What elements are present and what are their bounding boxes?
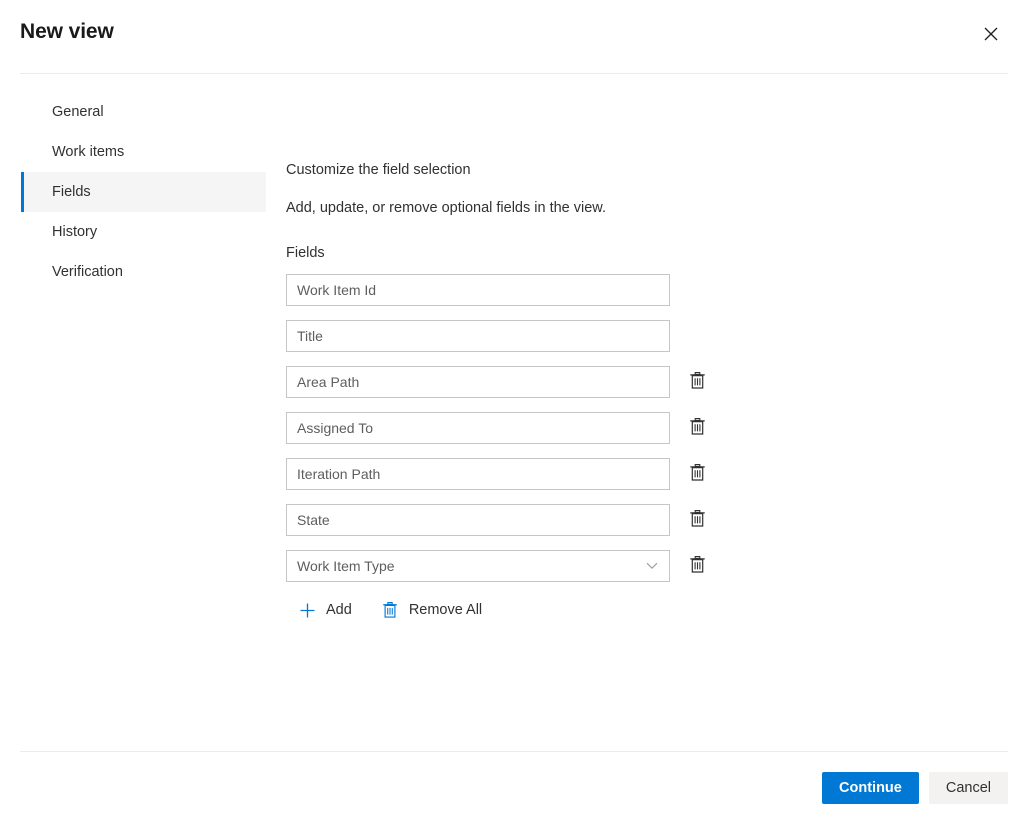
- field-row: [286, 504, 1028, 536]
- sidebar-item-verification[interactable]: Verification: [21, 252, 266, 292]
- remove-all-fields-label: Remove All: [409, 602, 482, 618]
- new-view-dialog: New view General Work items Fields Histo: [0, 0, 1028, 821]
- field-row: [286, 320, 1028, 352]
- field-row: [286, 366, 1028, 398]
- dialog-body: General Work items Fields History Verifi…: [0, 73, 1028, 751]
- field-input-wrapper: [286, 550, 670, 582]
- trash-icon: [689, 463, 706, 485]
- add-field-label: Add: [326, 602, 352, 618]
- field-input-area-path[interactable]: [286, 366, 670, 398]
- fields-list: [286, 274, 1028, 582]
- delete-placeholder: [681, 320, 713, 352]
- fields-panel: Customize the field selection Add, updat…: [266, 73, 1028, 624]
- sidebar-item-work-items[interactable]: Work items: [21, 132, 266, 172]
- delete-field-button-work-item-type[interactable]: [681, 550, 713, 582]
- sidebar-item-history[interactable]: History: [21, 212, 266, 252]
- field-actions: Add Remove All: [286, 596, 1028, 624]
- field-input-wrapper: [286, 458, 670, 490]
- field-input-state[interactable]: [286, 504, 670, 536]
- sidebar-item-label: Fields: [52, 182, 91, 202]
- delete-field-button-area-path[interactable]: [681, 366, 713, 398]
- close-button[interactable]: [974, 17, 1008, 51]
- field-input-title[interactable]: [286, 320, 670, 352]
- delete-field-button-state[interactable]: [681, 504, 713, 536]
- sidebar-nav: General Work items Fields History Verifi…: [0, 73, 266, 292]
- sidebar-item-general[interactable]: General: [21, 92, 266, 132]
- delete-placeholder: [681, 274, 713, 306]
- trash-icon: [689, 509, 706, 531]
- field-input-iteration-path[interactable]: [286, 458, 670, 490]
- cancel-button[interactable]: Cancel: [929, 772, 1008, 804]
- field-row: [286, 412, 1028, 444]
- field-input-wrapper: [286, 320, 670, 352]
- trash-icon: [689, 371, 706, 393]
- field-row: [286, 274, 1028, 306]
- field-input-work-item-id[interactable]: [286, 274, 670, 306]
- field-input-wrapper: [286, 274, 670, 306]
- dialog-footer: Continue Cancel: [0, 751, 1028, 821]
- fields-list-label: Fields: [286, 243, 1028, 263]
- delete-field-button-iteration-path[interactable]: [681, 458, 713, 490]
- sidebar-item-label: History: [52, 222, 97, 242]
- footer-divider: [20, 751, 1008, 752]
- field-row: [286, 458, 1028, 490]
- close-icon: [984, 27, 998, 41]
- remove-all-fields-button[interactable]: Remove All: [374, 596, 488, 624]
- add-field-button[interactable]: Add: [291, 596, 358, 624]
- field-input-wrapper: [286, 366, 670, 398]
- continue-button[interactable]: Continue: [822, 772, 919, 804]
- field-input-work-item-type[interactable]: [286, 550, 670, 582]
- footer-buttons: Continue Cancel: [822, 772, 1008, 804]
- sidebar-item-label: Verification: [52, 262, 123, 282]
- panel-description: Add, update, or remove optional fields i…: [286, 198, 1028, 218]
- trash-icon: [689, 417, 706, 439]
- page-title: New view: [20, 18, 114, 46]
- delete-field-button-assigned-to[interactable]: [681, 412, 713, 444]
- sidebar-item-label: Work items: [52, 142, 124, 162]
- field-input-wrapper: [286, 412, 670, 444]
- trash-icon: [689, 555, 706, 577]
- panel-heading: Customize the field selection: [286, 162, 1028, 178]
- field-row: [286, 550, 1028, 582]
- field-input-wrapper: [286, 504, 670, 536]
- trash-icon: [380, 600, 400, 620]
- plus-icon: [297, 600, 317, 620]
- field-input-assigned-to[interactable]: [286, 412, 670, 444]
- sidebar-item-label: General: [52, 102, 104, 122]
- sidebar-item-fields[interactable]: Fields: [21, 172, 266, 212]
- dialog-header: New view: [0, 0, 1028, 73]
